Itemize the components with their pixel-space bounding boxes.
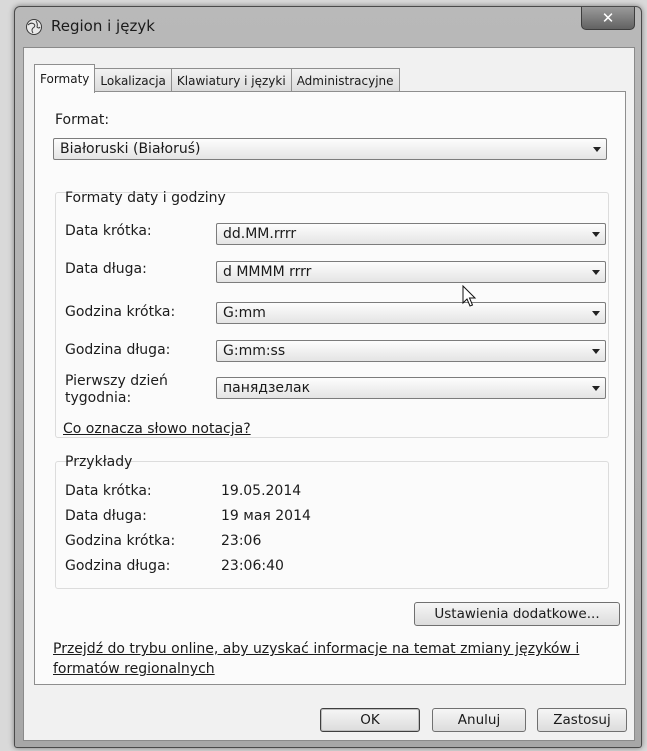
short-time-dropdown[interactable]: G:mm	[216, 302, 606, 324]
example-short-time-value: 23:06	[221, 533, 262, 549]
format-dropdown[interactable]: Białoruski (Białoruś)	[53, 138, 607, 160]
online-help-link-line2[interactable]: formatów regionalnych	[53, 661, 215, 677]
chevron-down-icon	[592, 232, 600, 237]
online-help-link-line1[interactable]: Przejdź do trybu online, aby uzyskać inf…	[53, 641, 579, 657]
long-date-format-value: d MMMM rrrr	[223, 264, 312, 280]
short-date-format-value: dd.MM.rrrr	[223, 226, 297, 242]
chevron-down-icon	[593, 147, 601, 152]
chevron-down-icon	[592, 311, 600, 316]
example-long-time-value: 23:06:40	[221, 558, 284, 574]
close-button[interactable]: ✕	[581, 7, 635, 30]
cancel-button[interactable]: Anuluj	[432, 708, 526, 732]
tab-strip: Formaty Lokalizacja Klawiatury i języki …	[34, 62, 400, 93]
formats-panel: Format: Białoruski (Białoruś) Formaty da…	[34, 91, 626, 685]
region-globe-icon	[25, 18, 43, 36]
example-long-date-label: Data długa:	[65, 508, 147, 524]
region-dialog: Region i język ✕ Formaty Lokalizacja Kla…	[14, 6, 642, 748]
notation-help-link[interactable]: Co oznacza słowo notacja?	[63, 421, 251, 437]
example-long-date-value: 19 мая 2014	[221, 508, 311, 524]
tab-formaty[interactable]: Formaty	[34, 64, 96, 93]
long-time-format-value: G:mm:ss	[223, 343, 286, 359]
title-bar[interactable]: Region i język ✕	[15, 7, 641, 47]
mouse-pointer-icon	[462, 285, 477, 307]
example-short-date-label: Data krótka:	[65, 483, 152, 499]
example-short-time-label: Godzina krótka:	[65, 533, 176, 549]
tab-klawiatury[interactable]: Klawiatury i języki	[170, 68, 292, 92]
short-time-label: Godzina krótka:	[65, 304, 176, 320]
short-date-dropdown[interactable]: dd.MM.rrrr	[216, 223, 606, 245]
short-date-label: Data krótka:	[65, 223, 152, 239]
long-time-label: Godzina długa:	[65, 342, 171, 358]
long-time-dropdown[interactable]: G:mm:ss	[216, 340, 606, 362]
first-day-dropdown[interactable]: панядзелак	[216, 377, 606, 399]
close-icon: ✕	[601, 9, 615, 27]
format-value: Białoruski (Białoruś)	[60, 141, 201, 157]
apply-button[interactable]: Zastosuj	[537, 708, 627, 732]
date-time-heading: Formaty daty i godziny	[65, 190, 226, 206]
window-title: Region i język	[51, 17, 155, 35]
dialog-client-area: Formaty Lokalizacja Klawiatury i języki …	[23, 47, 635, 741]
first-day-label: Pierwszy dzień tygodnia:	[65, 373, 168, 406]
format-label: Format:	[55, 112, 110, 128]
examples-heading: Przykłady	[65, 454, 133, 470]
tab-lokalizacja[interactable]: Lokalizacja	[94, 68, 172, 92]
chevron-down-icon	[592, 270, 600, 275]
ok-button[interactable]: OK	[320, 708, 420, 732]
tab-administracyjne[interactable]: Administracyjne	[290, 68, 400, 92]
long-date-dropdown[interactable]: d MMMM rrrr	[216, 261, 606, 283]
short-time-format-value: G:mm	[223, 305, 266, 321]
long-date-label: Data długa:	[65, 261, 147, 277]
example-short-date-value: 19.05.2014	[221, 483, 302, 499]
first-day-value: панядзелак	[223, 380, 311, 396]
chevron-down-icon	[592, 386, 600, 391]
chevron-down-icon	[592, 349, 600, 354]
example-long-time-label: Godzina długa:	[65, 558, 171, 574]
additional-settings-button[interactable]: Ustawienia dodatkowe...	[414, 602, 620, 626]
